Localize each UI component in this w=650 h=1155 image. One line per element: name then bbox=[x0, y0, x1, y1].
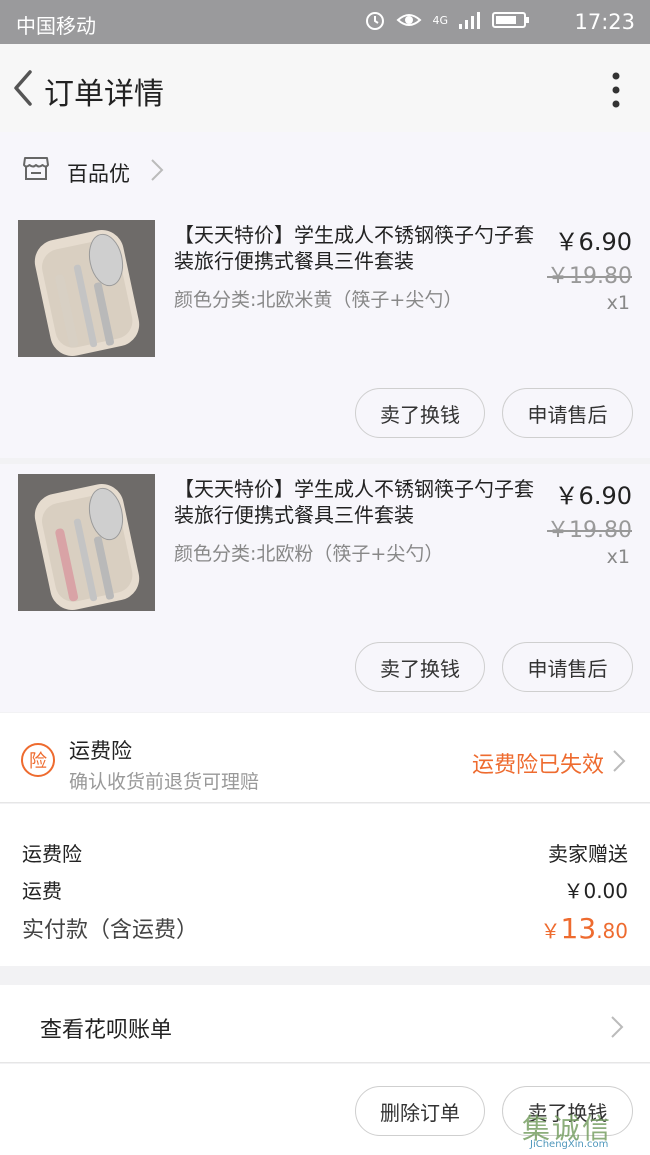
sell-button[interactable]: 卖了换钱 bbox=[355, 642, 485, 692]
eye-icon bbox=[396, 14, 422, 26]
product-name[interactable]: 【天天特价】学生成人不锈钢筷子勺子套装旅行便携式餐具三件套装 bbox=[174, 222, 534, 274]
chevron-right-icon bbox=[613, 750, 626, 772]
product-quantity: x1 bbox=[606, 292, 630, 314]
clock: 17:23 bbox=[574, 10, 635, 34]
network-type: 4G bbox=[432, 13, 448, 27]
product-sku: 颜色分类:北欧米黄（筷子+尖勺） bbox=[174, 289, 463, 311]
shipping-insurance-row[interactable]: 险 运费险 确认收货前退货可理赔 运费险已失效 bbox=[0, 713, 650, 803]
back-arrow-icon[interactable] bbox=[6, 66, 42, 110]
watermark-logo: 集诚信 JiChengXin.com bbox=[522, 1107, 642, 1151]
product-quantity: x1 bbox=[606, 546, 630, 568]
shipping-cost-row: 运费 ￥0.00 bbox=[22, 875, 628, 904]
product-original-price: ￥19.80 bbox=[547, 518, 632, 543]
total-decimal: .80 bbox=[596, 919, 628, 943]
after-sale-button[interactable]: 申请售后 bbox=[502, 388, 633, 438]
carrier-name: 中国移动 bbox=[16, 14, 96, 38]
watermark-url: JiChengXin.com bbox=[530, 1139, 609, 1150]
store-icon bbox=[23, 157, 49, 180]
cost-label: 运费 bbox=[22, 879, 62, 903]
cost-label: 运费险 bbox=[22, 842, 82, 866]
product-name[interactable]: 【天天特价】学生成人不锈钢筷子勺子套装旅行便携式餐具三件套装 bbox=[174, 476, 534, 528]
shop-name: 百品优 bbox=[67, 162, 130, 186]
app-header: 订单详情 bbox=[0, 44, 650, 132]
cost-value: ￥0.00 bbox=[563, 879, 628, 903]
product-original-price: ￥19.80 bbox=[547, 264, 632, 289]
order-item[interactable]: 【天天特价】学生成人不锈钢筷子勺子套装旅行便携式餐具三件套装 颜色分类:北欧米黄… bbox=[0, 210, 650, 458]
battery-icon bbox=[492, 12, 529, 28]
page-title: 订单详情 bbox=[44, 77, 164, 112]
insurance-badge-icon: 险 bbox=[21, 743, 55, 777]
chevron-right-icon bbox=[611, 1016, 624, 1038]
product-price: ￥6.90 bbox=[554, 228, 632, 256]
total-integer: 13 bbox=[560, 912, 597, 945]
cost-value: 卖家赠送 bbox=[548, 842, 628, 866]
product-price: ￥6.90 bbox=[554, 482, 632, 510]
huabei-bill-row[interactable]: 查看花呗账单 bbox=[0, 985, 650, 1063]
after-sale-button[interactable]: 申请售后 bbox=[502, 642, 633, 692]
shop-row[interactable]: 百品优 bbox=[0, 132, 650, 210]
order-item[interactable]: 【天天特价】学生成人不锈钢筷子勺子套装旅行便携式餐具三件套装 颜色分类:北欧粉（… bbox=[0, 464, 650, 712]
insurance-status[interactable]: 运费险已失效 bbox=[472, 747, 604, 779]
delete-order-button[interactable]: 删除订单 bbox=[355, 1086, 485, 1136]
total-paid-row: 实付款（含运费） ￥13.80 bbox=[22, 912, 628, 945]
total-currency: ￥ bbox=[540, 919, 561, 943]
shipping-insurance-cost-row: 运费险 卖家赠送 bbox=[22, 838, 628, 867]
more-options-icon[interactable] bbox=[606, 70, 626, 110]
insurance-subtitle: 确认收货前退货可理赔 bbox=[69, 771, 260, 793]
sell-button[interactable]: 卖了换钱 bbox=[355, 388, 485, 438]
insurance-title: 运费险 bbox=[69, 739, 132, 763]
total-amount: ￥13.80 bbox=[541, 912, 628, 945]
product-image[interactable] bbox=[18, 474, 155, 611]
bill-label: 查看花呗账单 bbox=[40, 1018, 173, 1043]
status-bar: 中国移动 4G 17:23 bbox=[0, 0, 650, 44]
signal-icon bbox=[459, 12, 480, 29]
product-image[interactable] bbox=[18, 220, 155, 357]
product-sku: 颜色分类:北欧粉（筷子+尖勺） bbox=[174, 543, 444, 565]
chevron-right-icon bbox=[151, 159, 164, 181]
cost-summary: 运费险 卖家赠送 运费 ￥0.00 实付款（含运费） ￥13.80 bbox=[0, 804, 650, 966]
alarm-icon bbox=[366, 12, 385, 30]
total-label: 实付款（含运费） bbox=[22, 918, 199, 943]
status-icons: 4G bbox=[364, 9, 530, 31]
